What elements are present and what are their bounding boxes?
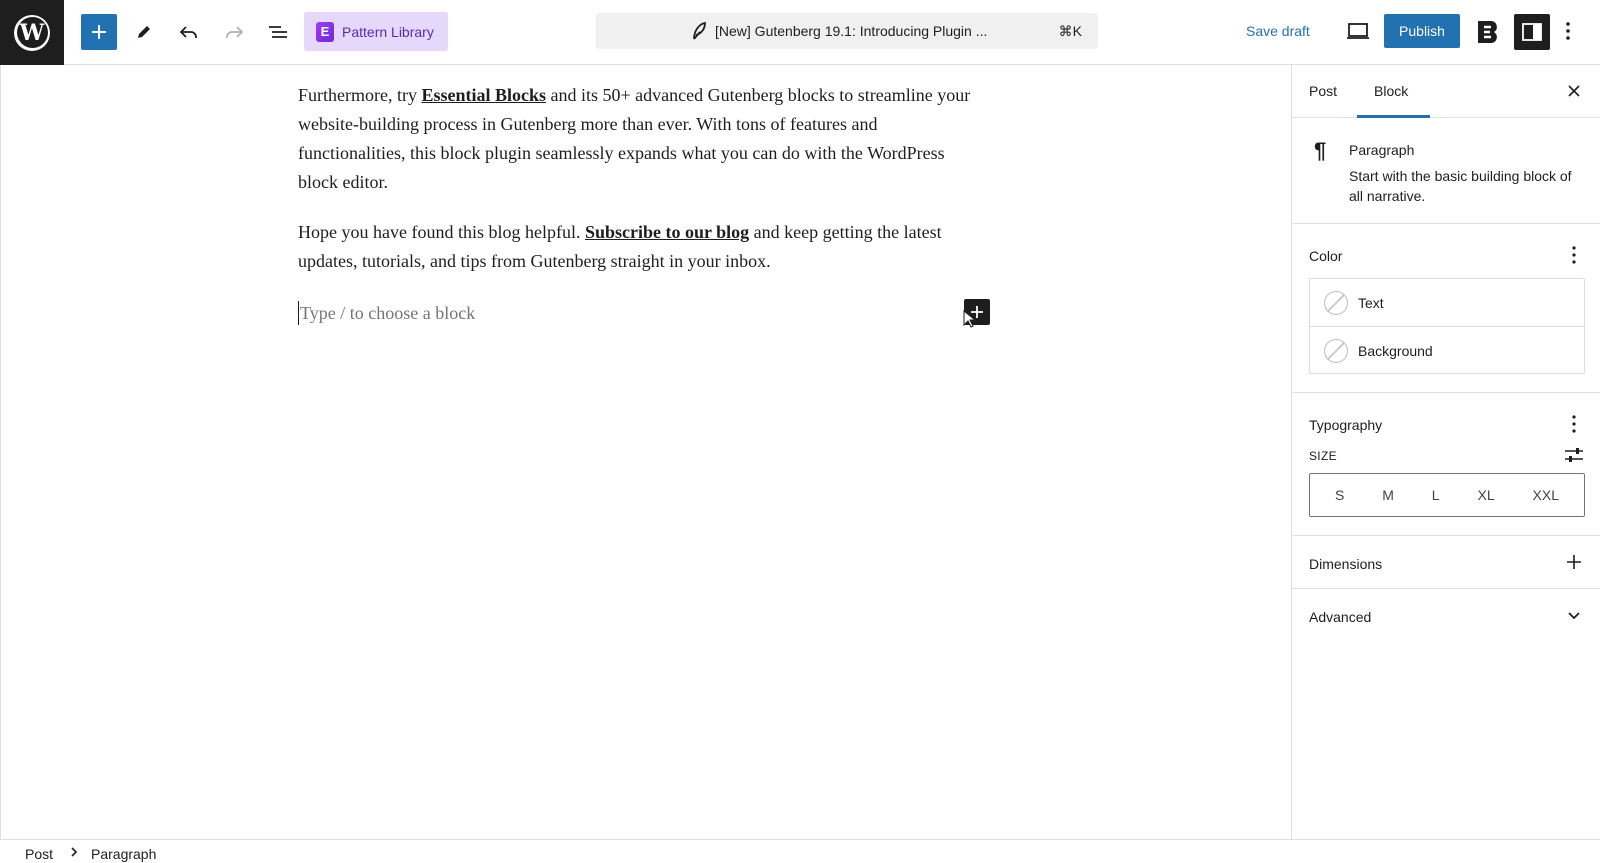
color-panel-title: Color: [1309, 248, 1343, 264]
breadcrumb-post[interactable]: Post: [25, 846, 53, 862]
text-color-option[interactable]: Text: [1310, 279, 1584, 327]
command-shortcut: ⌘K: [1058, 23, 1082, 39]
close-icon[interactable]: [1566, 83, 1582, 99]
publish-button[interactable]: Publish: [1384, 14, 1460, 48]
pattern-library-button[interactable]: E Pattern Library: [304, 12, 448, 51]
tab-block[interactable]: Block: [1374, 83, 1408, 99]
essential-blocks-link[interactable]: Essential Blocks: [421, 85, 546, 105]
size-option-xxl[interactable]: XXL: [1533, 487, 1559, 503]
paragraph-text: Furthermore, try: [298, 85, 422, 105]
undo-button[interactable]: [171, 14, 207, 50]
redo-button[interactable]: [216, 14, 252, 50]
tab-post[interactable]: Post: [1309, 83, 1337, 99]
color-swatch-icon: [1324, 338, 1348, 363]
wordpress-icon: W: [14, 14, 50, 51]
typography-panel-title: Typography: [1309, 417, 1383, 433]
plus-icon: [92, 25, 106, 39]
editor-header: W E Pattern Library [New] Gutenberg 19.1…: [0, 0, 1600, 65]
background-color-option[interactable]: Background: [1310, 326, 1584, 374]
post-feather-icon: [693, 21, 706, 40]
text-color-label: Text: [1358, 295, 1384, 311]
color-swatch-icon: [1324, 291, 1348, 315]
editor-canvas[interactable]: Furthermore, try Essential Blocks and it…: [0, 65, 1291, 839]
document-title: [New] Gutenberg 19.1: Introducing Plugin…: [715, 23, 988, 39]
paragraph-text: Hope you have found this blog helpful.: [298, 222, 585, 242]
more-vertical-icon[interactable]: [1566, 412, 1582, 436]
post-content: Furthermore, try Essential Blocks and it…: [298, 81, 988, 297]
paragraph-block[interactable]: Hope you have found this blog helpful. S…: [298, 218, 988, 276]
block-inserter-button[interactable]: [81, 14, 117, 50]
plus-icon[interactable]: [1566, 554, 1582, 570]
dimensions-panel-title: Dimensions: [1309, 556, 1383, 572]
more-vertical-icon[interactable]: [1566, 243, 1582, 267]
advanced-panel-title: Advanced: [1309, 609, 1372, 625]
essential-blocks-settings-icon[interactable]: [1474, 18, 1502, 46]
size-option-l[interactable]: L: [1432, 487, 1440, 503]
block-description: Start with the basic building block of a…: [1349, 168, 1572, 204]
sidebar-icon: [1522, 23, 1542, 41]
breadcrumb-paragraph: Paragraph: [91, 846, 157, 862]
subscribe-link[interactable]: Subscribe to our blog: [585, 222, 749, 242]
paragraph-block[interactable]: Furthermore, try Essential Blocks and it…: [298, 81, 988, 197]
wordpress-logo-button[interactable]: W: [0, 0, 64, 65]
advanced-panel[interactable]: Advanced: [1292, 589, 1600, 642]
dimensions-panel[interactable]: Dimensions: [1292, 536, 1600, 589]
save-draft-button[interactable]: Save draft: [1246, 23, 1310, 39]
size-option-xl[interactable]: XL: [1477, 487, 1494, 503]
pencil-icon: [138, 26, 150, 38]
font-size-picker: S M L XL XXL: [1309, 473, 1585, 517]
command-palette-bar[interactable]: [New] Gutenberg 19.1: Introducing Plugin…: [596, 13, 1098, 49]
pattern-library-label: Pattern Library: [342, 23, 434, 40]
document-overview-button[interactable]: [260, 14, 296, 50]
empty-block-placeholder[interactable]: Type / to choose a block: [298, 301, 475, 325]
redo-icon: [226, 26, 244, 38]
chevron-right-icon: [71, 847, 78, 857]
tools-button[interactable]: [126, 14, 162, 50]
font-size-label: SIZE: [1309, 449, 1337, 463]
settings-sidebar-toggle[interactable]: [1514, 14, 1550, 50]
block-name: Paragraph: [1349, 142, 1415, 158]
settings-sidebar: Post Block ¶ Paragraph Start with the ba…: [1291, 65, 1600, 839]
chevron-down-icon[interactable]: [1566, 609, 1582, 623]
paragraph-icon: ¶: [1314, 138, 1327, 163]
color-panel: Color Text Background: [1292, 224, 1600, 393]
color-options: Text Background: [1309, 278, 1585, 374]
more-options-icon[interactable]: [1565, 18, 1571, 44]
mouse-cursor-icon: [963, 310, 975, 328]
block-card: ¶ Paragraph Start with the basic buildin…: [1292, 118, 1600, 224]
settings-sliders-icon[interactable]: [1563, 445, 1585, 465]
background-color-label: Background: [1358, 342, 1433, 359]
list-view-icon: [269, 26, 287, 38]
preview-desktop-icon[interactable]: [1346, 20, 1370, 42]
sidebar-tabs: Post Block: [1292, 65, 1600, 118]
typography-panel: Typography SIZE S M L XL XXL: [1292, 393, 1600, 536]
size-option-m[interactable]: M: [1382, 487, 1394, 503]
essential-blocks-icon: E: [316, 21, 334, 42]
block-breadcrumb: Post Paragraph: [0, 839, 1600, 863]
size-option-s[interactable]: S: [1335, 487, 1344, 503]
undo-icon: [179, 26, 197, 38]
